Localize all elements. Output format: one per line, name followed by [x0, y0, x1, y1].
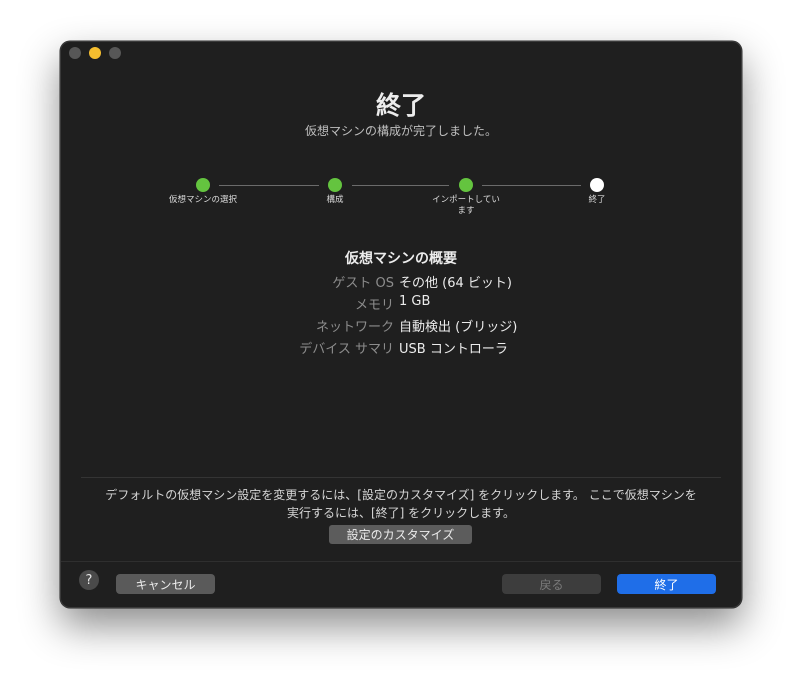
summary-row-devices: デバイス サマリ USB コントローラ	[61, 338, 741, 358]
step-complete-indicator	[459, 178, 473, 192]
step-configure: 構成	[285, 178, 385, 206]
finish-button[interactable]: 終了	[617, 574, 716, 594]
summary-value: その他 (64 ビット)	[399, 276, 512, 291]
step-current-indicator	[590, 178, 604, 192]
customize-settings-button[interactable]: 設定のカスタマイズ	[329, 525, 472, 544]
step-label: 構成	[326, 195, 344, 205]
cancel-button[interactable]: キャンセル	[116, 574, 215, 594]
zoom-window-button[interactable]	[109, 47, 121, 59]
step-complete-indicator	[328, 178, 342, 192]
page-subtitle: 仮想マシンの構成が完了しました。	[304, 124, 497, 138]
help-button[interactable]: ?	[79, 570, 99, 590]
summary-value: 自動検出 (ブリッジ)	[399, 320, 518, 335]
step-complete-indicator	[196, 178, 210, 192]
content-divider	[81, 477, 721, 478]
step-importing: インポートしてい ます	[416, 178, 516, 217]
info-text: デフォルトの仮想マシン設定を変更するには、[設定のカスタマイズ] をクリックしま…	[105, 488, 697, 520]
summary-key: メモリ	[354, 298, 394, 313]
step-label: 仮想マシンの選択	[168, 195, 237, 205]
back-button[interactable]: 戻る	[502, 574, 601, 594]
summary-value: 1 GB	[399, 294, 431, 309]
summary-row-guest-os: ゲスト OS その他 (64 ビット)	[61, 272, 741, 292]
window-controls	[69, 47, 121, 59]
summary-key: ゲスト OS	[332, 276, 394, 291]
summary-row-network: ネットワーク 自動検出 (ブリッジ)	[61, 316, 741, 336]
summary-value: USB コントローラ	[399, 342, 508, 357]
close-window-button[interactable]	[69, 47, 81, 59]
summary-key: デバイス サマリ	[299, 342, 394, 357]
minimize-window-button[interactable]	[89, 47, 101, 59]
step-label: インポートしてい ます	[432, 195, 500, 216]
summary-title: 仮想マシンの概要	[345, 251, 457, 267]
wizard-window: 終了 仮想マシンの構成が完了しました。 仮想マシンの選択 構成 インポートしてい…	[60, 41, 742, 608]
step-select-vm: 仮想マシンの選択	[153, 178, 253, 206]
footer-divider	[61, 561, 741, 562]
step-finish: 終了	[547, 178, 647, 206]
summary-key: ネットワーク	[315, 320, 394, 335]
progress-steps: 仮想マシンの選択 構成 インポートしてい ます 終了	[61, 178, 741, 228]
page-title: 終了	[375, 91, 426, 120]
summary-row-memory: メモリ 1 GB	[61, 294, 741, 314]
step-label: 終了	[588, 195, 606, 205]
